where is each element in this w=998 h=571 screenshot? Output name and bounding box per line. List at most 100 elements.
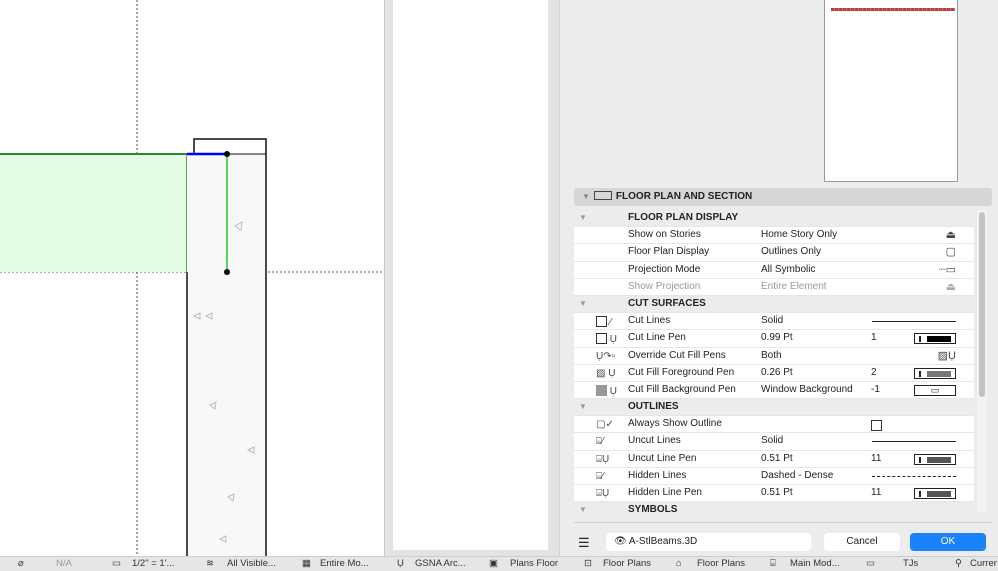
setting-row[interactable]: ⌸⁄ Hidden Lines Dashed - Dense xyxy=(574,468,974,485)
setting-row[interactable]: ⌸⁄ Uncut Lines Solid xyxy=(574,433,974,451)
status-item[interactable]: Currer xyxy=(970,557,997,571)
row-icon: ⁄ xyxy=(596,316,626,328)
status-item[interactable]: TJs xyxy=(903,557,918,571)
setting-row[interactable]: Ụ Cut Line Pen 0.99 Pt 1 xyxy=(574,330,974,348)
drawing xyxy=(0,0,390,556)
undefined: ▨Ụ xyxy=(937,349,956,362)
collapse-icon[interactable]: ▼ xyxy=(579,399,587,415)
setting-value[interactable]: 0.26 Pt xyxy=(761,365,793,381)
beam-preview xyxy=(831,8,955,11)
group-label: OUTLINES xyxy=(628,401,679,413)
setting-value[interactable]: Window Background xyxy=(761,382,853,398)
setting-value[interactable]: Solid xyxy=(761,313,783,329)
checkbox[interactable] xyxy=(871,419,913,432)
stories-icon: ⏏ xyxy=(945,229,956,242)
group-label: CUT SURFACES xyxy=(628,297,706,309)
setting-row[interactable]: ⁄ Cut Lines Solid xyxy=(574,313,974,331)
setting-value[interactable]: Entire Element xyxy=(761,279,827,295)
pen-number[interactable]: 11 xyxy=(871,451,881,467)
setting-row[interactable]: Floor Plan Display Outlines Only ▢ xyxy=(574,244,974,262)
cube-icon: ▢ xyxy=(945,246,956,259)
pen-number[interactable]: -1 xyxy=(871,382,880,398)
cancel-button[interactable]: Cancel xyxy=(824,533,900,551)
row-icon: ⌸⁄ xyxy=(596,470,604,482)
scrollbar-thumb[interactable] xyxy=(979,212,985,397)
row-icon: ▢✓ xyxy=(596,419,614,431)
setting-row[interactable]: ⌸Ụ Uncut Line Pen 0.51 Pt 11 xyxy=(574,451,974,468)
status-bar: ⌀ N/A ▭ 1/2" = 1'... ≋ All Visible... ▦ … xyxy=(0,556,998,571)
setting-value[interactable]: Solid xyxy=(761,433,783,449)
preview-box xyxy=(824,0,958,182)
status-icon: ⌀ xyxy=(18,558,24,569)
pen-swatch[interactable] xyxy=(914,453,956,465)
setting-value[interactable]: Dashed - Dense xyxy=(761,468,833,484)
row-icon: Ụ↷▫ xyxy=(596,350,616,362)
row-icon: Ụ xyxy=(596,333,626,345)
ok-button[interactable]: OK xyxy=(910,533,986,551)
status-item[interactable]: N/A xyxy=(56,557,72,571)
pen-swatch[interactable] xyxy=(914,488,956,499)
setting-row[interactable]: Show on Stories Home Story Only ⏏ xyxy=(574,227,974,245)
pen-number[interactable]: 2 xyxy=(871,365,877,381)
status-item[interactable]: Floor Plans xyxy=(697,557,745,571)
setting-value[interactable]: Outlines Only xyxy=(761,244,821,260)
pen-swatch[interactable] xyxy=(914,333,956,345)
section-header[interactable]: ▼ FLOOR PLAN AND SECTION xyxy=(574,188,992,206)
pen-number[interactable]: 1 xyxy=(871,330,877,346)
setting-value[interactable]: 0.51 Pt xyxy=(761,451,793,467)
hotspot xyxy=(224,269,230,275)
layer-combo-status[interactable]: All Visible... xyxy=(227,557,276,571)
group-row[interactable]: ▼ CUT SURFACES xyxy=(574,295,974,314)
monitor-icon[interactable]: ▭ xyxy=(914,384,956,396)
setting-value[interactable]: All Symbolic xyxy=(761,262,815,278)
model-view-status[interactable]: Entire Mo... xyxy=(320,557,369,571)
setting-row[interactable]: Ụ Cut Fill Background Pen Window Backgroun… xyxy=(574,382,974,400)
setting-value[interactable]: Both xyxy=(761,348,782,364)
status-item[interactable]: Floor Plans xyxy=(603,557,651,571)
model-icon: ▦ xyxy=(302,558,311,569)
layer-icon: ☰ xyxy=(578,535,590,550)
setting-row[interactable]: ▨ Ụ Cut Fill Foreground Pen 0.26 Pt 2 xyxy=(574,365,974,382)
plans-icon: ⊡ xyxy=(584,558,592,569)
setting-name: Show on Stories xyxy=(628,229,701,241)
slab-fill xyxy=(0,154,187,272)
setting-name: Uncut Lines xyxy=(628,435,681,447)
setting-row[interactable]: Ụ↷▫ Override Cut Fill Pens Both ▨Ụ xyxy=(574,348,974,365)
pen-set-status[interactable]: GSNA Arc... xyxy=(415,557,466,571)
setting-value[interactable]: 0.99 Pt xyxy=(761,330,793,346)
setting-row[interactable]: ⌸Ụ Hidden Line Pen 0.51 Pt 11 xyxy=(574,485,974,503)
scrollbar[interactable] xyxy=(977,210,987,512)
pen-icon: Ụ xyxy=(397,558,404,569)
scale-status[interactable]: 1/2" = 1'... xyxy=(132,557,174,571)
setting-row[interactable]: ▢✓ Always Show Outline xyxy=(574,416,974,434)
setting-value[interactable]: Home Story Only xyxy=(761,227,837,243)
show-projection-icon: ⏏ xyxy=(945,280,956,293)
floor-plan-canvas[interactable] xyxy=(0,0,390,556)
eye-icon[interactable]: 👁 xyxy=(614,536,629,547)
row-icon: ▨ Ụ xyxy=(596,367,616,379)
line-type-swatch[interactable] xyxy=(872,471,956,482)
setting-row[interactable]: Projection Mode All Symbolic ┈▭ xyxy=(574,262,974,279)
group-row[interactable]: ▼ FLOOR PLAN DISPLAY xyxy=(574,210,974,228)
setting-name: Always Show Outline xyxy=(628,418,722,430)
group-row[interactable]: ▼ SYMBOLS xyxy=(574,502,974,512)
pen-number[interactable]: 11 xyxy=(871,485,881,501)
setting-value[interactable]: 0.51 Pt xyxy=(761,485,793,501)
group-row[interactable]: ▼ OUTLINES xyxy=(574,399,974,417)
search-icon: ⚲ xyxy=(955,558,962,569)
pen-swatch[interactable] xyxy=(914,367,956,379)
divider xyxy=(574,522,992,523)
row-icon: Ụ xyxy=(596,384,626,397)
collapse-icon[interactable]: ▼ xyxy=(579,296,587,312)
collapse-icon[interactable]: ▼ xyxy=(579,502,587,512)
setting-row[interactable]: Show Projection Entire Element ⏏ xyxy=(574,279,974,296)
scale-icon: ▭ xyxy=(112,558,121,569)
beam-settings-dialog: ▼ FLOOR PLAN AND SECTION ▼ FLOOR PLAN DISP… xyxy=(384,0,998,556)
status-item[interactable]: Main Mod... xyxy=(790,557,840,571)
collapse-icon[interactable]: ▼ xyxy=(582,192,590,201)
layer-selector[interactable]: 👁 A-StlBeams.3D xyxy=(606,533,811,551)
line-type-swatch[interactable] xyxy=(872,316,956,327)
status-item[interactable]: Plans Floor xyxy=(510,557,558,571)
line-type-swatch[interactable] xyxy=(872,436,956,447)
collapse-icon[interactable]: ▼ xyxy=(579,210,587,226)
